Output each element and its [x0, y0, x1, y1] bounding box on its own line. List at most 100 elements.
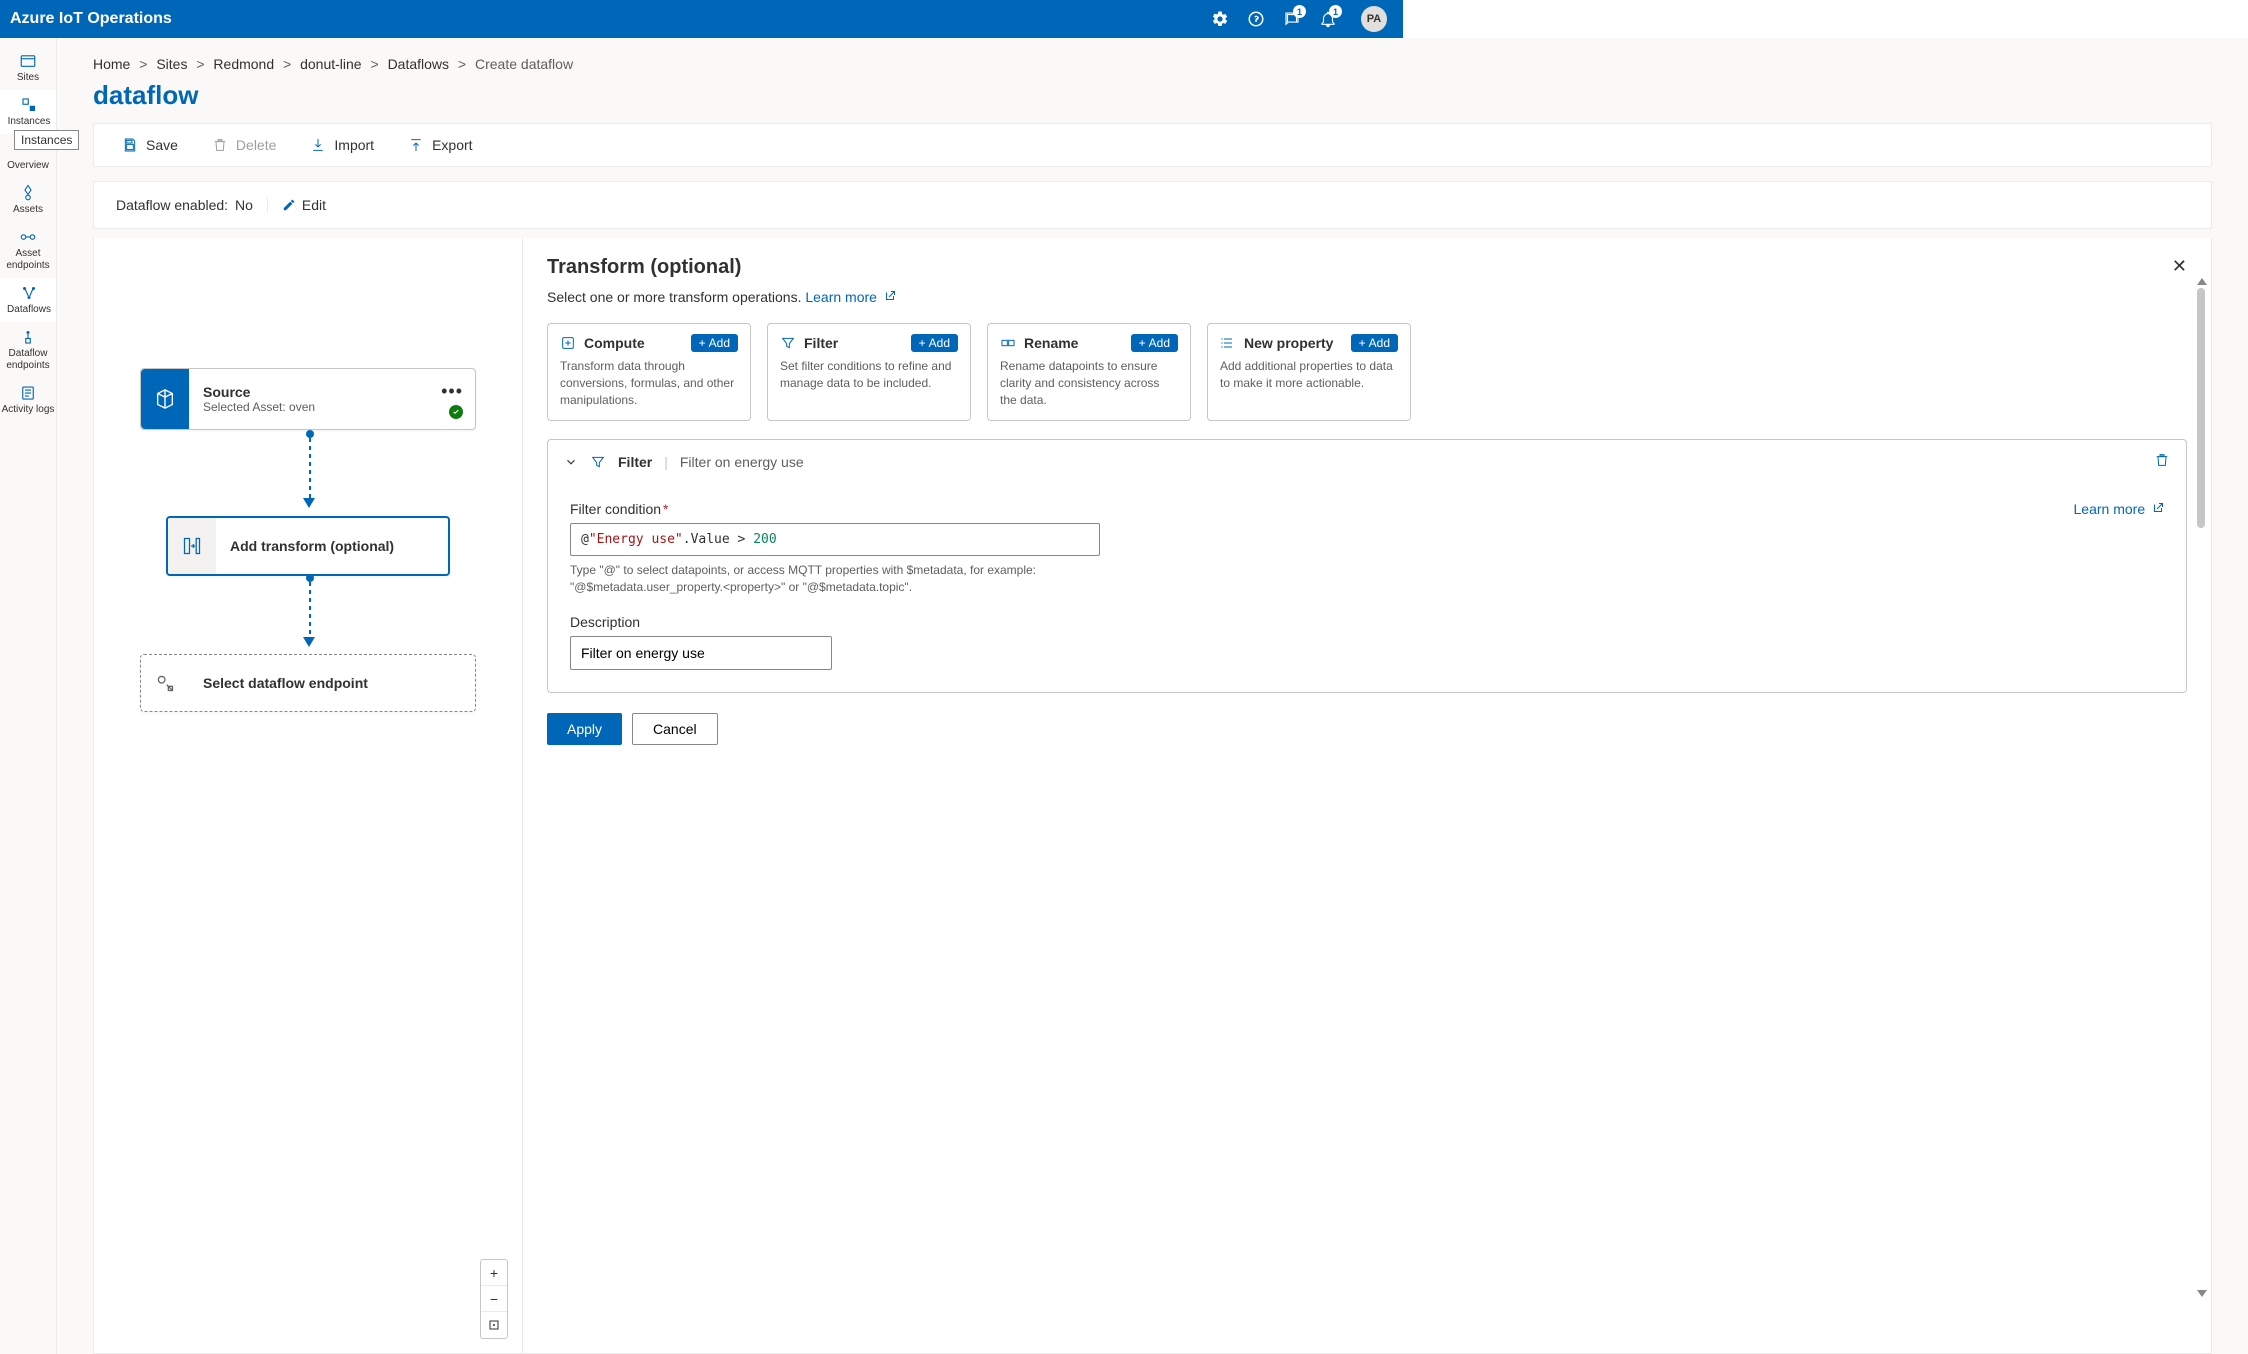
endpoint-icon	[155, 673, 175, 693]
connector-dot	[306, 430, 314, 438]
zoom-controls: + −	[480, 1259, 508, 1339]
sidebar-item-label: Assets	[13, 204, 43, 216]
add-filter-button[interactable]: +Add	[911, 334, 958, 352]
dataflows-icon	[20, 284, 38, 302]
help-icon[interactable]	[1247, 10, 1265, 28]
detail-pane: Transform (optional) ✕ Select one or mor…	[523, 238, 2211, 1353]
filter-section: Filter | Filter on energy use Filter con…	[547, 439, 2187, 693]
list-icon	[1220, 335, 1236, 351]
description-input[interactable]	[570, 636, 832, 670]
dataflow-endpoints-icon	[19, 328, 37, 346]
main-content: Home > Sites > Redmond > donut-line > Da…	[57, 38, 2248, 1354]
cube-icon	[154, 388, 176, 410]
filter-hint: Type "@" to select datapoints, or access…	[570, 562, 1110, 596]
breadcrumb-link[interactable]: Home	[93, 56, 130, 72]
filter-icon	[590, 454, 606, 470]
status-label: Dataflow enabled: No	[116, 197, 253, 213]
sidebar-item-sites[interactable]: Sites	[0, 46, 56, 90]
close-panel-button[interactable]: ✕	[2172, 256, 2187, 277]
filter-icon	[780, 335, 796, 351]
apply-button[interactable]: Apply	[547, 713, 622, 745]
description-label: Description	[570, 614, 2164, 630]
chevron-down-icon[interactable]	[564, 455, 578, 469]
node-source[interactable]: Source Selected Asset: oven •••	[140, 368, 476, 430]
assets-icon	[19, 184, 37, 202]
delete-icon	[212, 137, 228, 153]
toolbar: Save Delete Import Export	[93, 123, 2212, 167]
connector-line	[309, 582, 311, 637]
settings-gear-icon[interactable]	[1211, 10, 1229, 28]
export-button[interactable]: Export	[408, 137, 472, 153]
zoom-in-button[interactable]: +	[481, 1260, 507, 1286]
sidebar-item-label: Dataflow endpoints	[0, 348, 56, 372]
page-title: dataflow	[57, 78, 2248, 123]
scroll-down-icon[interactable]	[2197, 1290, 2207, 1297]
delete-filter-button[interactable]	[2154, 452, 2170, 471]
sidebar-item-dataflows[interactable]: Dataflows	[0, 278, 56, 322]
cancel-button[interactable]: Cancel	[632, 713, 718, 745]
scroll-thumb[interactable]	[2197, 288, 2205, 528]
canvas-pane[interactable]: Source Selected Asset: oven ••• Add tran…	[94, 238, 523, 1353]
node-title: Select dataflow endpoint	[203, 675, 461, 691]
breadcrumb: Home > Sites > Redmond > donut-line > Da…	[57, 38, 2248, 78]
scroll-up-icon[interactable]	[2197, 278, 2207, 285]
node-menu-icon[interactable]: •••	[441, 381, 463, 402]
header-actions: 1 1 PA	[1211, 6, 1387, 32]
save-button[interactable]: Save	[122, 137, 178, 153]
node-endpoint[interactable]: Select dataflow endpoint	[140, 654, 476, 712]
connector-line	[309, 438, 311, 498]
add-newprop-button[interactable]: +Add	[1351, 334, 1398, 352]
breadcrumb-link[interactable]: donut-line	[300, 56, 362, 72]
node-title: Add transform (optional)	[230, 538, 434, 554]
op-card-rename: Rename +Add Rename datapoints to ensure …	[987, 323, 1191, 421]
zoom-fit-button[interactable]	[481, 1312, 507, 1338]
filter-condition-input[interactable]: @"Energy use".Value > 200	[570, 523, 1100, 556]
sidebar-item-activity-logs[interactable]: Activity logs	[0, 378, 56, 422]
breadcrumb-current: Create dataflow	[475, 56, 573, 72]
app-title: Azure IoT Operations	[10, 10, 172, 28]
delete-button: Delete	[212, 137, 276, 153]
import-button[interactable]: Import	[310, 137, 374, 153]
breadcrumb-link[interactable]: Dataflows	[388, 56, 449, 72]
rename-icon	[1000, 335, 1016, 351]
filter-condition-label: Filter condition*	[570, 501, 669, 517]
connector-arrow-icon	[303, 637, 315, 647]
breadcrumb-link[interactable]: Redmond	[213, 56, 274, 72]
sidebar-item-label: Activity logs	[2, 404, 55, 416]
export-icon	[408, 137, 424, 153]
scrollbar[interactable]	[2197, 288, 2207, 1345]
status-row: Dataflow enabled: No Edit	[93, 181, 2212, 229]
node-transform[interactable]: Add transform (optional)	[166, 516, 450, 576]
sidebar-item-assets[interactable]: Assets	[0, 178, 56, 222]
connector-dot	[306, 574, 314, 582]
app-header: Azure IoT Operations 1 1 PA	[0, 0, 1403, 38]
learn-more-link[interactable]: Learn more	[805, 289, 895, 305]
add-rename-button[interactable]: +Add	[1131, 334, 1178, 352]
check-icon	[449, 405, 463, 419]
sidebar-tooltip: Instances	[14, 130, 79, 150]
import-icon	[310, 137, 326, 153]
panel-title: Transform (optional)	[547, 256, 741, 279]
breadcrumb-link[interactable]: Sites	[156, 56, 187, 72]
sidebar-item-instances[interactable]: Instances	[0, 90, 56, 134]
feedback-icon[interactable]: 1	[1283, 10, 1301, 28]
user-avatar[interactable]: PA	[1361, 6, 1387, 32]
save-icon	[122, 137, 138, 153]
filter-head[interactable]: Filter | Filter on energy use	[548, 440, 2186, 483]
sidebar-item-dataflow-endpoints[interactable]: Dataflow endpoints	[0, 322, 56, 378]
op-card-newprop: New property +Add Add additional propert…	[1207, 323, 1411, 421]
node-title: Source	[203, 384, 461, 400]
edit-button[interactable]: Edit	[267, 197, 326, 213]
add-compute-button[interactable]: +Add	[691, 334, 738, 352]
op-card-filter: Filter +Add Set filter conditions to ref…	[767, 323, 971, 421]
connector-arrow-icon	[303, 498, 315, 508]
zoom-out-button[interactable]: −	[481, 1286, 507, 1312]
notifications-bell-icon[interactable]: 1	[1319, 10, 1337, 28]
op-card-compute: Compute +Add Transform data through conv…	[547, 323, 751, 421]
sidebar-item-asset-endpoints[interactable]: Asset endpoints	[0, 222, 56, 278]
learn-more-link[interactable]: Learn more	[2074, 501, 2164, 517]
external-link-icon	[2152, 502, 2164, 514]
sidebar-item-label: Instances	[8, 116, 51, 128]
sites-icon	[19, 52, 37, 70]
left-sidebar: Sites Instances Overview Assets Asset en…	[0, 38, 57, 1354]
